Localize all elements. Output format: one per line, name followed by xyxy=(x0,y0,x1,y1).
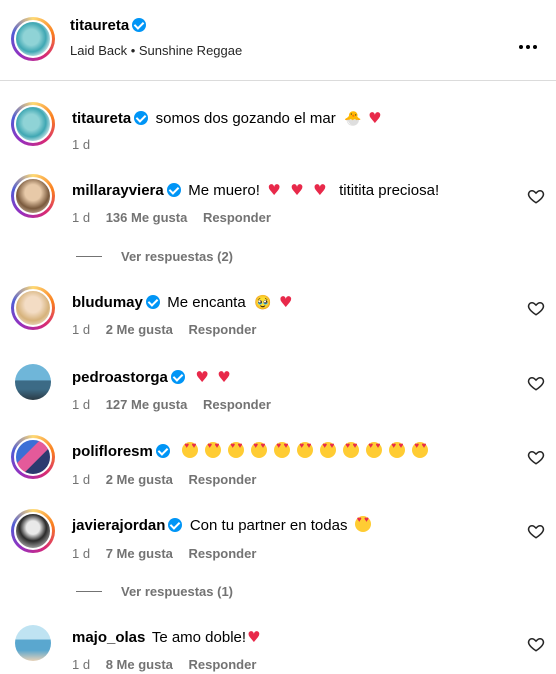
comment-username[interactable]: polifloresm xyxy=(72,443,153,460)
comment-meta: 1 d 2 Me gusta Responder xyxy=(72,472,256,487)
comment-meta: 1 d 8 Me gusta Responder xyxy=(72,657,256,672)
comment-time: 1 d xyxy=(72,397,91,412)
comment-username[interactable]: pedroastorga xyxy=(72,369,168,386)
hatching-chick-icon: 🐣 xyxy=(344,111,362,127)
header-username[interactable]: titaureta xyxy=(70,17,129,34)
heart-eyes-emoji-icon xyxy=(412,442,429,458)
comment-text: Me muero! xyxy=(188,182,260,199)
comment-time: 1 d xyxy=(72,322,91,337)
like-count[interactable]: 8 Me gusta xyxy=(106,657,173,672)
heart-eyes-emoji-icon xyxy=(297,442,314,458)
verified-badge-icon xyxy=(134,111,149,125)
like-count[interactable]: 127 Me gusta xyxy=(106,397,188,412)
comment-body: millarayviera Me muero! ♥ ♥ ♥ tititita p… xyxy=(72,181,439,200)
comment-time: 1 d xyxy=(72,657,91,672)
heart-eyes-emoji-icon xyxy=(389,442,406,458)
verified-badge-icon xyxy=(166,183,181,197)
comment-avatar[interactable] xyxy=(11,174,55,218)
verified-badge-icon xyxy=(132,18,147,32)
reply-button[interactable]: Responder xyxy=(189,472,257,487)
comment-avatar[interactable] xyxy=(11,286,55,330)
comment-body: bludumay Me encanta 🥹 ♥ xyxy=(72,293,292,312)
heart-emoji-icon: ♥ xyxy=(195,368,209,386)
heart-outline-icon[interactable] xyxy=(527,448,545,466)
comment-username[interactable]: millarayviera xyxy=(72,182,164,199)
comment-text: Con tu partner en todas xyxy=(189,517,348,534)
reply-button[interactable]: Responder xyxy=(189,546,257,561)
like-count[interactable]: 2 Me gusta xyxy=(106,322,173,337)
heart-emoji-icon: ♥ xyxy=(313,181,327,199)
replies-divider xyxy=(76,591,102,592)
post-header: titaureta Laid Back • Sunshine Reggae xyxy=(0,0,556,81)
heart-outline-icon[interactable] xyxy=(527,299,545,317)
caption-avatar[interactable] xyxy=(11,102,55,146)
comment-avatar[interactable] xyxy=(11,435,55,479)
like-count[interactable]: 7 Me gusta xyxy=(106,546,173,561)
comment-meta: 1 d 127 Me gusta Responder xyxy=(72,397,271,412)
replies-divider xyxy=(76,256,102,257)
verified-badge-icon xyxy=(168,518,183,532)
reply-button[interactable]: Responder xyxy=(203,397,271,412)
verified-badge-icon xyxy=(155,444,170,458)
comment-meta: 1 d 2 Me gusta Responder xyxy=(72,322,256,337)
heart-eyes-emoji-icon xyxy=(182,442,199,458)
heart-eyes-emoji-icon xyxy=(205,442,222,458)
comment-username[interactable]: javierajordan xyxy=(72,517,165,534)
heart-outline-icon[interactable] xyxy=(527,374,545,392)
heart-emoji-icon: ♥ xyxy=(267,181,281,199)
comment-text: Me encanta xyxy=(167,294,246,311)
heart-outline-icon[interactable] xyxy=(527,187,545,205)
comment-avatar[interactable] xyxy=(15,625,51,661)
comment-body: polifloresm xyxy=(72,442,435,461)
heart-emoji-icon: ♥ xyxy=(368,109,382,127)
heart-eyes-emoji-icon xyxy=(228,442,245,458)
comment-username[interactable]: bludumay xyxy=(72,294,143,311)
comment-body: pedroastorga ♥ ♥ xyxy=(72,368,231,387)
comment-time: 1 d xyxy=(72,472,91,487)
heart-outline-icon[interactable] xyxy=(527,522,545,540)
heart-eyes-emoji-icon xyxy=(251,442,268,458)
comment-text: Te amo doble! xyxy=(151,629,247,646)
song-info[interactable]: Laid Back • Sunshine Reggae xyxy=(70,43,242,58)
comment-text-2: tititita preciosa! xyxy=(339,182,440,199)
heart-eyes-emoji-icon xyxy=(320,442,337,458)
comment-username[interactable]: majo_olas xyxy=(72,629,145,646)
comment-time: 1 d xyxy=(72,546,91,561)
comment-body: javierajordan Con tu partner en todas xyxy=(72,516,378,535)
pleading-face-icon: 🥹 xyxy=(254,295,272,311)
heart-eyes-emoji-icon xyxy=(343,442,360,458)
view-replies-button[interactable]: Ver respuestas (1) xyxy=(121,584,233,599)
like-count[interactable]: 136 Me gusta xyxy=(106,210,188,225)
comment-avatar[interactable] xyxy=(15,364,51,400)
heart-emoji-icon: ♥ xyxy=(279,293,293,311)
reply-button[interactable]: Responder xyxy=(189,657,257,672)
caption-username[interactable]: titaureta xyxy=(72,110,131,127)
heart-eyes-emoji-icon xyxy=(354,516,371,532)
more-options-icon[interactable] xyxy=(517,36,538,54)
view-replies-button[interactable]: Ver respuestas (2) xyxy=(121,249,233,264)
heart-emoji-icon: ♥ xyxy=(217,368,231,386)
heart-emoji-icon: ♥ xyxy=(290,181,304,199)
reply-button[interactable]: Responder xyxy=(203,210,271,225)
caption: titaureta somos dos gozando el mar 🐣 ♥ xyxy=(72,109,382,128)
verified-badge-icon xyxy=(170,370,185,384)
comment-body: majo_olas Te amo doble!♥ xyxy=(72,628,261,647)
heart-eyes-emoji-icon xyxy=(366,442,383,458)
header-avatar[interactable] xyxy=(11,17,55,61)
caption-text: somos dos gozando el mar xyxy=(155,110,336,127)
comment-avatar[interactable] xyxy=(11,509,55,553)
heart-eyes-emoji-icon xyxy=(274,442,291,458)
heart-outline-icon[interactable] xyxy=(527,635,545,653)
like-count[interactable]: 2 Me gusta xyxy=(106,472,173,487)
comment-meta: 1 d 136 Me gusta Responder xyxy=(72,210,271,225)
comment-time: 1 d xyxy=(72,210,91,225)
caption-time: 1 d xyxy=(72,137,91,152)
comment-meta: 1 d 7 Me gusta Responder xyxy=(72,546,256,561)
reply-button[interactable]: Responder xyxy=(189,322,257,337)
verified-badge-icon xyxy=(145,295,160,309)
heart-emoji-icon: ♥ xyxy=(247,628,261,646)
